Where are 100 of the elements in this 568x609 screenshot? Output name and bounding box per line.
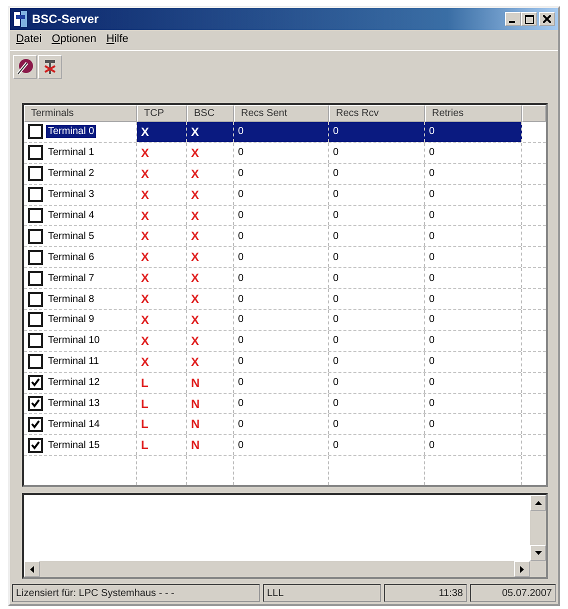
table-cell: 0 [429,335,435,346]
minimize-button[interactable] [505,12,521,26]
menu-item[interactable]: Optionen [52,33,96,47]
column-header[interactable]: BSC [187,105,234,122]
scroll-up-button[interactable] [530,495,546,511]
checkbox[interactable] [28,416,43,432]
table-cell: 0 [333,230,339,242]
table-cell: 0 [238,335,244,346]
status-panel: LLL [263,584,381,602]
terminal-name[interactable]: Terminal 10 [46,334,102,348]
table-cell: 0 [238,168,244,180]
column-header[interactable]: Recs Sent [234,105,329,122]
table-cell: 0 [238,398,244,410]
column-header[interactable]: Terminals [24,105,137,122]
checkbox[interactable] [28,208,43,223]
terminal-name[interactable]: Terminal 13 [46,397,102,410]
checkbox[interactable] [28,187,43,202]
terminal-name[interactable]: Terminal 11 [46,355,101,368]
terminal-name[interactable]: Terminal 6 [46,250,96,264]
connect-tool-button[interactable] [13,55,37,79]
status-mark: X [191,146,200,160]
status-mark: X [141,312,150,327]
table-cell: 0 [429,210,435,221]
status-mark: X [141,146,150,160]
terminal-name[interactable]: Terminal 0 [46,125,96,138]
status-panel: 05.07.2007 [470,584,556,602]
checkbox[interactable] [28,166,43,182]
terminal-name[interactable]: Terminal 14 [46,418,102,431]
disconnect-tool-button[interactable] [38,55,62,79]
terminal-name[interactable]: Terminal 4 [46,209,96,222]
status-mark: X [191,271,200,286]
table-cell: 0 [238,189,244,200]
status-mark: N [191,376,200,390]
terminal-name[interactable]: Terminal 12 [46,376,102,390]
table-cell: 0 [429,147,435,158]
table-cell: 0 [429,252,435,263]
terminal-name[interactable]: Terminal 1 [46,146,96,160]
table-cell: 0 [238,252,244,263]
menu-item[interactable]: Datei [16,33,42,47]
table-cell: 0 [429,189,435,200]
terminal-name[interactable]: Terminal 2 [46,167,96,180]
status-mark: X [191,208,200,222]
table-cell: 0 [429,440,435,451]
maximize-button[interactable] [521,12,537,26]
column-header[interactable]: TCP [137,105,187,122]
table-cell: 0 [238,210,244,221]
column-header[interactable]: Recs Rcv [329,105,425,122]
checkbox[interactable] [28,375,43,390]
table-cell: 0 [238,230,244,242]
window-title: BSC-Server [32,12,100,26]
maximize-icon [524,14,534,24]
up-arrow-icon [534,501,542,505]
scroll-right-button[interactable] [514,561,530,577]
terminal-name[interactable]: Terminal 9 [46,313,96,326]
down-arrow-icon [534,551,542,555]
close-button[interactable] [539,12,555,26]
status-mark: X [191,188,200,202]
terminal-name[interactable]: Terminal 15 [46,438,102,452]
scroll-down-button[interactable] [530,545,546,561]
checkbox[interactable] [28,312,43,328]
table-cell: 0 [333,314,339,326]
checkbox[interactable] [28,228,43,244]
table-cell: 0 [429,377,435,388]
status-mark: L [141,417,148,432]
checkbox[interactable] [28,354,43,370]
status-mark: X [141,334,150,348]
table-cell: 0 [238,314,244,326]
checkbox[interactable] [28,292,43,307]
status-mark: X [191,124,200,139]
checkbox[interactable] [28,333,43,348]
terminal-name[interactable]: Terminal 7 [46,272,96,285]
status-panel: Lizensiert für: LPC Systemhaus - - - [12,584,260,602]
checkbox[interactable] [28,438,43,453]
table-cell: 0 [333,356,339,368]
right-arrow-icon [520,566,524,572]
column-header[interactable]: Retries [425,105,522,122]
table-cell: 0 [429,356,435,368]
status-mark: L [141,438,148,452]
terminal-name[interactable]: Terminal 5 [46,230,96,243]
scroll-left-button[interactable] [24,561,40,577]
table-cell: 0 [333,335,339,346]
table-cell: 0 [429,230,435,242]
status-mark: N [191,438,200,452]
table-cell: 0 [333,418,339,430]
status-mark: X [191,250,200,264]
checkbox[interactable] [28,124,43,140]
table-cell: 0 [429,398,435,410]
menu-item[interactable]: Hilfe [106,33,128,47]
terminal-name[interactable]: Terminal 8 [46,292,96,306]
checkbox[interactable] [28,396,43,412]
checkbox[interactable] [28,270,43,286]
checkbox[interactable] [28,250,43,265]
checkbox[interactable] [28,145,43,160]
table-cell: 0 [238,272,244,284]
status-mark: X [141,250,150,264]
table-cell: 0 [333,210,339,221]
status-mark: N [191,417,200,432]
table-cell: 0 [238,294,244,305]
terminal-name[interactable]: Terminal 3 [46,188,96,202]
status-mark: X [141,354,150,369]
